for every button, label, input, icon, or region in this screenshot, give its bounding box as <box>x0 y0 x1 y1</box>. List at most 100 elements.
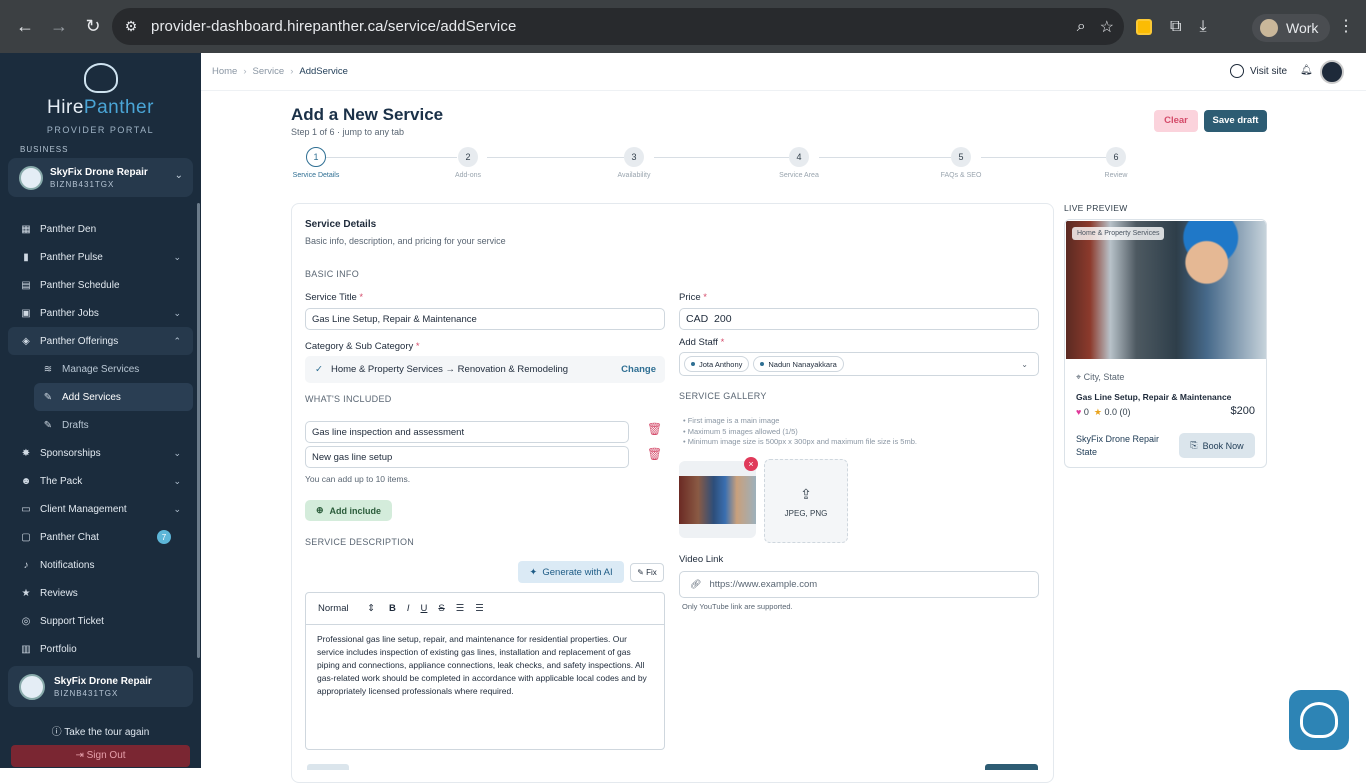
step-3-label[interactable]: Availability <box>594 172 674 179</box>
change-category-button[interactable]: Change <box>621 364 656 375</box>
back-button[interactable] <box>307 764 349 770</box>
sidebar-item-manage-services[interactable]: ≋ Manage Services <box>8 355 193 383</box>
assistant-fab[interactable] <box>1289 690 1349 750</box>
save-draft-button[interactable]: Save draft <box>1204 110 1267 132</box>
bold-icon[interactable]: B <box>389 603 396 614</box>
include-input[interactable]: New gas line setup <box>305 446 629 468</box>
address-bar[interactable]: ⚙ provider-dashboard.hirepanther.ca/serv… <box>112 8 1124 45</box>
trash-icon[interactable]: 🗑︎ <box>647 447 662 461</box>
step-6-circle[interactable]: 6 <box>1106 147 1126 167</box>
italic-icon[interactable]: I <box>407 603 410 614</box>
sidebar-item-panther-schedule[interactable]: ▤ Panther Schedule <box>8 271 193 299</box>
price-input[interactable]: CAD 200 <box>679 308 1039 330</box>
sidebar-item-panther-den[interactable]: ▦ Panther Den <box>8 215 193 243</box>
grid-icon: ▦ <box>21 223 31 235</box>
visit-site-link[interactable]: Visit site <box>1230 64 1287 78</box>
video-placeholder: https://www.example.com <box>709 579 818 590</box>
strikethrough-icon[interactable]: S <box>438 603 444 614</box>
generate-with-ai-button[interactable]: ✦ Generate with AI <box>518 561 624 583</box>
site-info-icon[interactable]: ⚙ <box>116 12 146 42</box>
sidebar-item-add-services[interactable]: ✎ Add Services <box>34 383 193 411</box>
step-2-circle[interactable]: 2 <box>458 147 478 167</box>
step-2-label[interactable]: Add-ons <box>428 172 508 179</box>
brand-logo[interactable]: HirePanther PROVIDER PORTAL <box>0 63 201 135</box>
clear-button[interactable]: Clear <box>1154 110 1198 132</box>
step-connector <box>654 157 789 158</box>
label-text: Price <box>679 292 701 303</box>
sign-out-button[interactable]: ⇥ Sign Out <box>11 745 190 767</box>
sidebar-item-client-management[interactable]: ▭ Client Management ⌄ <box>8 495 193 523</box>
add-include-button[interactable]: ⊕ Add include <box>305 500 392 521</box>
video-link-input[interactable]: 🔗︎ https://www.example.com <box>679 571 1039 598</box>
service-title-input[interactable]: Gas Line Setup, Repair & Maintenance <box>305 308 665 330</box>
format-select[interactable]: Normal ⇕ <box>318 603 378 614</box>
menu-kebab-icon[interactable]: ⋮ <box>1338 16 1354 36</box>
extension-icon[interactable] <box>1136 18 1152 35</box>
chevron-updown-icon: ⇕ <box>367 603 376 614</box>
bell-icon[interactable]: 🔔︎ <box>1300 65 1313 76</box>
video-hint: Only YouTube link are supported. <box>682 602 793 611</box>
step-connector <box>819 157 951 158</box>
sidebar-item-drafts[interactable]: ✎ Drafts <box>8 411 193 439</box>
breadcrumb-home[interactable]: Home <box>212 66 237 77</box>
staff-select[interactable]: Jota Anthony Nadun Nanayakkara ⌄ <box>679 352 1039 376</box>
business-name: SkyFix Drone Repair <box>1076 434 1160 444</box>
description-editor: Normal ⇕ B I U S ☰ ☰ Professional gas li… <box>305 592 665 750</box>
sidebar-item-panther-offerings[interactable]: ◈ Panther Offerings ⌃ <box>8 327 193 355</box>
required-marker: * <box>703 292 707 303</box>
bullet-list-icon[interactable]: ☰ <box>475 603 484 614</box>
download-icon[interactable]: ⤓ <box>1199 18 1206 36</box>
include-input[interactable]: Gas line inspection and assessment <box>305 421 629 443</box>
staff-chip[interactable]: Nadun Nanayakkara <box>753 356 844 372</box>
sidebar-item-portfolio[interactable]: ▥ Portfolio <box>8 635 193 663</box>
layers-icon: ≋ <box>43 363 53 375</box>
image-upload-dropzone[interactable]: ⇪ JPEG, PNG <box>764 459 848 543</box>
preview-business: SkyFix Drone Repair State <box>1076 433 1159 459</box>
pin-icon: ⌖ <box>1076 372 1084 382</box>
step-5-label[interactable]: FAQs & SEO <box>921 172 1001 179</box>
sidebar-item-the-pack[interactable]: ☻ The Pack ⌄ <box>8 467 193 495</box>
step-4-circle[interactable]: 4 <box>789 147 809 167</box>
staff-chip[interactable]: Jota Anthony <box>684 356 750 372</box>
user-avatar[interactable] <box>1320 60 1344 84</box>
profile-button[interactable]: Work <box>1252 14 1331 42</box>
sidebar-item-sponsorships[interactable]: ✸ Sponsorships ⌄ <box>8 439 193 467</box>
step-3-circle[interactable]: 3 <box>624 147 644 167</box>
sidebar-scrollbar[interactable] <box>197 203 200 658</box>
sidebar-item-panther-chat[interactable]: ▢ Panther Chat 7 <box>8 523 193 551</box>
puzzle-icon[interactable]: ⧉ <box>1170 18 1181 36</box>
fix-button[interactable]: ✎ Fix <box>630 563 664 582</box>
sidebar-item-panther-pulse[interactable]: ▮ Panther Pulse ⌄ <box>8 243 193 271</box>
footer-business-card[interactable]: SkyFix Drone Repair BIZNB431TGX <box>8 666 193 707</box>
underline-icon[interactable]: U <box>421 603 428 614</box>
step-1-circle[interactable]: 1 <box>306 147 326 167</box>
add-include-label: Add include <box>329 505 382 516</box>
back-icon[interactable]: ← <box>8 10 42 44</box>
ordered-list-icon[interactable]: ☰ <box>456 603 465 614</box>
remove-image-icon[interactable]: × <box>744 457 758 471</box>
step-5-circle[interactable]: 5 <box>951 147 971 167</box>
sidebar-item-reviews[interactable]: ★ Reviews <box>8 579 193 607</box>
next-button[interactable] <box>985 764 1038 770</box>
take-tour-link[interactable]: ⓘ Take the tour again <box>0 723 201 738</box>
bookmark-star-icon[interactable]: ☆ <box>1100 17 1114 37</box>
step-4-label[interactable]: Service Area <box>759 172 839 179</box>
sidebar-item-label: Client Management <box>40 503 127 515</box>
preview-category-tag: Home & Property Services <box>1072 227 1165 240</box>
sidebar-item-panther-jobs[interactable]: ▣ Panther Jobs ⌄ <box>8 299 193 327</box>
reload-icon[interactable]: ↻ <box>76 10 110 44</box>
sidebar-item-notifications[interactable]: ♪ Notifications <box>8 551 193 579</box>
description-text[interactable]: Professional gas line setup, repair, and… <box>306 625 664 698</box>
trash-icon[interactable]: 🗑︎ <box>647 422 662 436</box>
step-1-label[interactable]: Service Details <box>276 172 356 179</box>
book-now-button[interactable]: ⎘ Book Now <box>1179 433 1255 458</box>
forward-icon[interactable]: → <box>42 10 76 44</box>
gallery-image[interactable] <box>679 461 756 538</box>
step-6-label[interactable]: Review <box>1076 172 1156 179</box>
breadcrumb-service[interactable]: Service <box>253 66 285 77</box>
sidebar-item-label: Sponsorships <box>40 447 101 459</box>
business-switcher[interactable]: SkyFix Drone Repair BIZNB431TGX ⌄ <box>8 158 193 197</box>
sidebar-item-support-ticket[interactable]: ◎ Support Ticket <box>8 607 193 635</box>
sparkle-icon: ✦ <box>529 566 538 578</box>
zoom-icon[interactable]: ⌕ <box>1077 18 1086 36</box>
